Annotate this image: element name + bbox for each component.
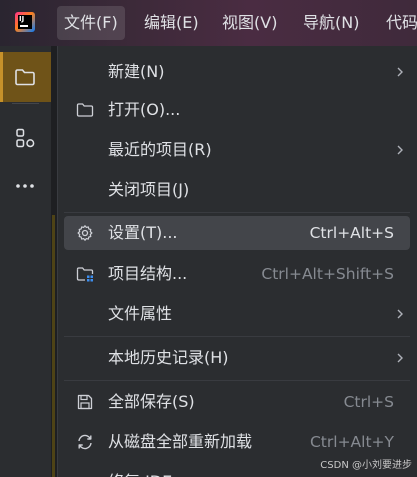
menu-item-label: 文件属性: [108, 304, 173, 323]
chevron-right-icon: [397, 353, 403, 363]
menu-item-label: 设置(T)...: [108, 223, 178, 242]
ide-window: IJ 文件(F) 编辑(E) 视图(V) 导航(N) 代码 新建(N) 打开(O…: [0, 0, 417, 477]
menu-item-new[interactable]: 新建(N): [64, 55, 410, 89]
menu-separator: [64, 336, 410, 337]
menu-item-label: 本地历史记录(H): [108, 348, 229, 367]
menu-item-open[interactable]: 打开(O)...: [64, 93, 410, 127]
menu-item-label: 从磁盘全部重新加载: [108, 432, 253, 451]
menu-bar: IJ 文件(F) 编辑(E) 视图(V) 导航(N) 代码: [0, 0, 417, 46]
menu-code[interactable]: 代码: [379, 0, 417, 46]
active-indicator: [0, 52, 3, 102]
menu-item-close-project[interactable]: 关闭项目(J): [64, 173, 410, 207]
menu-item-recent-projects[interactable]: 最近的项目(R): [64, 133, 410, 167]
file-menu-dropdown: 新建(N) 打开(O)... 最近的项目(R) 关闭项目(J) 设置(T)...…: [57, 46, 417, 477]
project-structure-icon: [76, 267, 94, 282]
menu-item-shortcut: Ctrl+Alt+Shift+S: [261, 265, 394, 283]
gear-icon: [77, 225, 93, 241]
menu-item-label: 修复 IDE: [108, 465, 172, 477]
project-tool-button[interactable]: [0, 52, 51, 102]
watermark: CSDN @小刘要进步: [320, 460, 412, 471]
menu-item-settings[interactable]: 设置(T)... Ctrl+Alt+S: [64, 216, 410, 250]
menu-item-shortcut: Ctrl+Alt+S: [309, 224, 394, 242]
folder-icon: [76, 103, 94, 117]
intellij-logo-icon[interactable]: IJ: [15, 12, 35, 32]
menu-navigate[interactable]: 导航(N): [296, 0, 366, 46]
menu-item-file-properties[interactable]: 文件属性: [64, 297, 410, 331]
menu-item-project-structure[interactable]: 项目结构... Ctrl+Alt+Shift+S: [64, 257, 410, 291]
menu-item-label: 关闭项目(J): [108, 180, 190, 199]
menu-view[interactable]: 视图(V): [215, 0, 284, 46]
structure-icon[interactable]: [13, 126, 37, 150]
menu-file[interactable]: 文件(F): [57, 6, 125, 40]
menu-edit[interactable]: 编辑(E): [137, 0, 206, 46]
menu-item-label: 新建(N): [108, 62, 165, 81]
tool-window-strip: [0, 46, 52, 477]
folder-icon: [15, 69, 35, 86]
editor-gutter-marker: [52, 215, 55, 477]
menu-item-local-history[interactable]: 本地历史记录(H): [64, 341, 410, 375]
chevron-right-icon: [397, 145, 403, 155]
menu-separator: [64, 380, 410, 381]
menu-item-label: 全部保存(S): [108, 392, 195, 411]
menu-item-label: 项目结构...: [108, 264, 188, 283]
more-icon[interactable]: [13, 174, 37, 198]
reload-icon: [78, 434, 92, 450]
chevron-right-icon: [397, 67, 403, 77]
menu-item-label: 最近的项目(R): [108, 140, 212, 159]
menu-item-shortcut: Ctrl+S: [343, 393, 394, 411]
menu-item-shortcut: Ctrl+Alt+Y: [309, 433, 394, 451]
menu-item-label: 打开(O)...: [108, 100, 181, 119]
strip-divider: [12, 103, 39, 104]
menu-item-reload-from-disk[interactable]: 从磁盘全部重新加载 Ctrl+Alt+Y: [64, 425, 410, 459]
chevron-right-icon: [397, 309, 403, 319]
save-icon: [77, 394, 93, 410]
menu-item-save-all[interactable]: 全部保存(S) Ctrl+S: [64, 385, 410, 419]
menu-separator: [64, 212, 410, 213]
